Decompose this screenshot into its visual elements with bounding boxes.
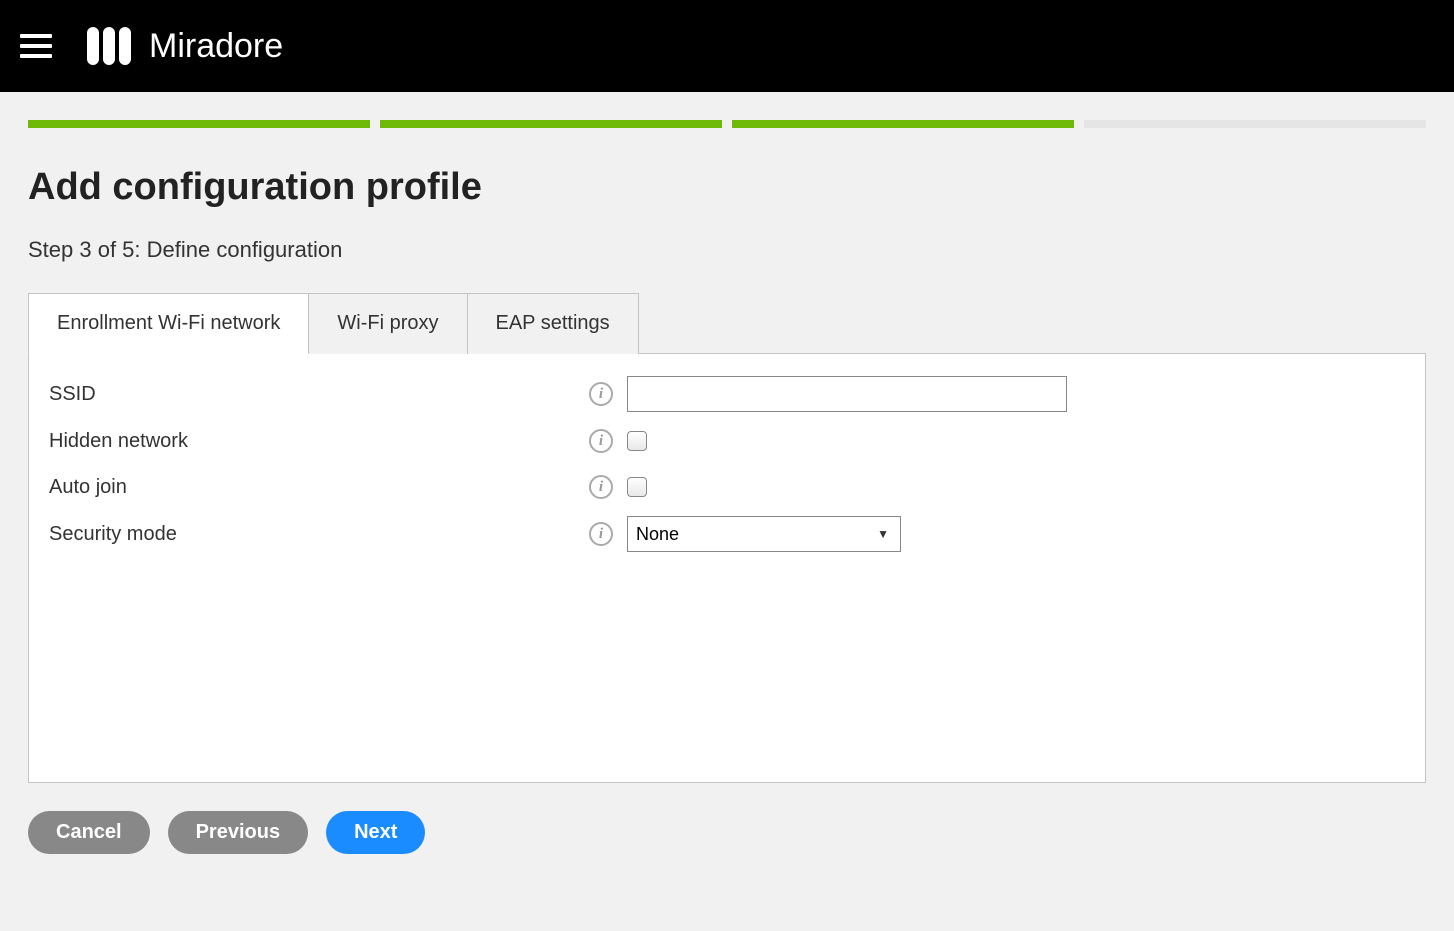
cancel-button[interactable]: Cancel (28, 811, 150, 854)
ssid-input[interactable] (627, 376, 1067, 412)
row-auto-join: Auto join i (49, 470, 1405, 504)
next-button[interactable]: Next (326, 811, 425, 854)
info-icon[interactable]: i (589, 522, 613, 546)
tab-enrollment-wifi[interactable]: Enrollment Wi-Fi network (28, 293, 309, 354)
info-icon[interactable]: i (589, 429, 613, 453)
info-icon[interactable]: i (589, 382, 613, 406)
logo-icon (87, 27, 131, 65)
progress-step-2 (380, 120, 722, 128)
progress-step-3 (732, 120, 1074, 128)
label-hidden-network: Hidden network (49, 430, 589, 453)
step-text: Step 3 of 5: Define configuration (28, 237, 1426, 263)
progress-bar (28, 120, 1426, 128)
label-ssid: SSID (49, 383, 589, 406)
previous-button[interactable]: Previous (168, 811, 308, 854)
row-security-mode: Security mode i None ▼ (49, 516, 1405, 552)
tab-wifi-proxy[interactable]: Wi-Fi proxy (308, 293, 467, 354)
hidden-network-checkbox[interactable] (627, 431, 647, 451)
menu-icon[interactable] (20, 34, 52, 58)
logo[interactable]: Miradore (87, 27, 283, 66)
label-security-mode: Security mode (49, 523, 589, 546)
main-content: Add configuration profile Step 3 of 5: D… (0, 92, 1454, 882)
tabs: Enrollment Wi-Fi network Wi-Fi proxy EAP… (28, 293, 1426, 354)
row-hidden-network: Hidden network i (49, 424, 1405, 458)
progress-step-4 (1084, 120, 1426, 128)
tab-panel: SSID i Hidden network i Auto join i Secu… (28, 353, 1426, 783)
auto-join-checkbox[interactable] (627, 477, 647, 497)
tab-eap-settings[interactable]: EAP settings (467, 293, 639, 354)
logo-text: Miradore (149, 27, 283, 66)
info-icon[interactable]: i (589, 475, 613, 499)
button-row: Cancel Previous Next (28, 811, 1426, 854)
progress-step-1 (28, 120, 370, 128)
page-title: Add configuration profile (28, 166, 1426, 209)
app-header: Miradore (0, 0, 1454, 92)
security-mode-select[interactable]: None (627, 516, 901, 552)
label-auto-join: Auto join (49, 476, 589, 499)
row-ssid: SSID i (49, 376, 1405, 412)
